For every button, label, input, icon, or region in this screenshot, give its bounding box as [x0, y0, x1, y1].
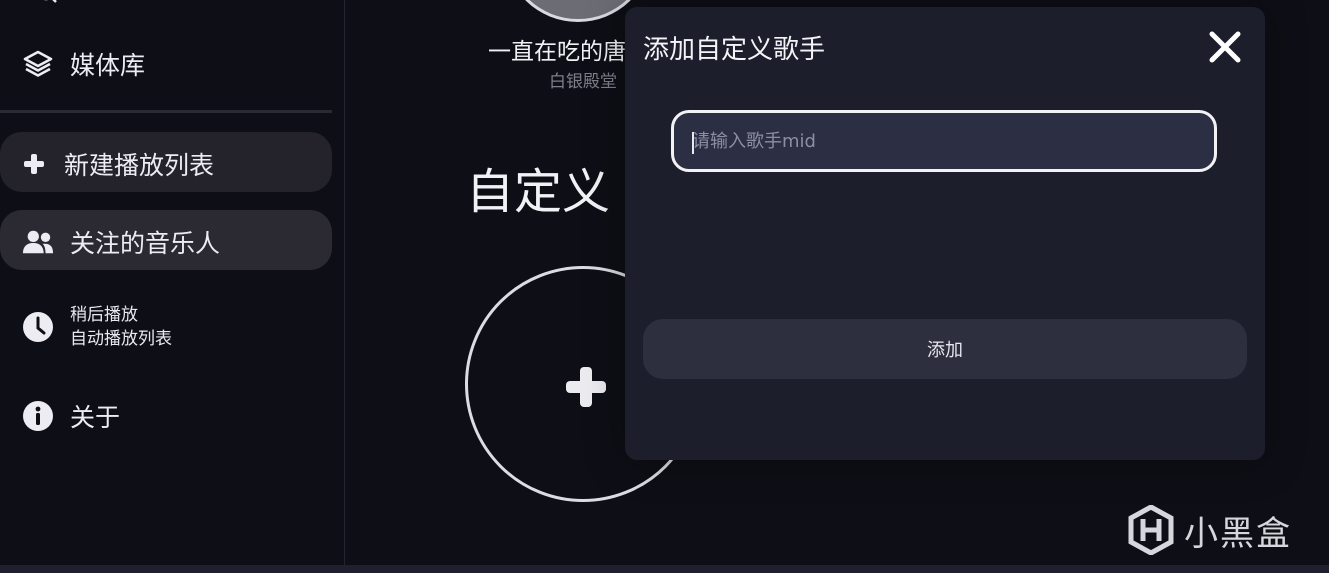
- artist-subtitle: 白银殿堂: [549, 72, 617, 92]
- app-root: 媒体库 新建播放列表 关注的音乐人 稍后播放 自动播放列表 关于 一直在吃的唐 …: [0, 0, 1329, 573]
- sidebar-item-label: 媒体库: [70, 51, 146, 80]
- users-icon: [22, 226, 54, 258]
- plus-icon: [566, 367, 606, 407]
- sidebar-item-label: 新建播放列表: [64, 151, 215, 180]
- watermark: 小黑盒: [1128, 505, 1292, 555]
- layers-icon: [22, 48, 54, 80]
- watermark-logo-icon: [1128, 505, 1174, 555]
- sidebar-item-watch-later[interactable]: 稍后播放 自动播放列表: [22, 303, 172, 351]
- sidebar: 媒体库 新建播放列表 关注的音乐人 稍后播放 自动播放列表 关于: [0, 0, 345, 565]
- search-icon[interactable]: [38, 0, 58, 6]
- sidebar-item-followed-artists-content[interactable]: 关注的音乐人: [22, 224, 220, 260]
- close-icon[interactable]: [1207, 29, 1243, 65]
- plus-icon: [18, 148, 50, 180]
- add-button[interactable]: 添加: [643, 319, 1247, 379]
- info-icon: [22, 400, 54, 432]
- add-custom-artist-modal: 添加自定义歌手 添加: [625, 7, 1265, 460]
- clock-icon: [22, 311, 54, 343]
- bottom-bar: [0, 565, 1329, 573]
- artist-mid-input[interactable]: [671, 110, 1217, 172]
- sidebar-divider: [0, 110, 332, 113]
- later-subtitle: 自动播放列表: [70, 329, 172, 349]
- section-title: 自定义: [466, 164, 611, 220]
- modal-title: 添加自定义歌手: [643, 35, 826, 65]
- sidebar-item-media-library[interactable]: 媒体库: [22, 46, 145, 82]
- sidebar-item-label: 关于: [70, 403, 121, 432]
- sidebar-item-new-playlist-content[interactable]: 新建播放列表: [18, 146, 214, 182]
- later-title: 稍后播放: [70, 305, 138, 325]
- artist-name[interactable]: 一直在吃的唐: [488, 32, 626, 66]
- sidebar-item-label: 关注的音乐人: [70, 229, 221, 258]
- text-caret: [692, 132, 694, 154]
- watermark-text: 小黑盒: [1184, 513, 1292, 554]
- sidebar-item-about[interactable]: 关于: [22, 398, 120, 434]
